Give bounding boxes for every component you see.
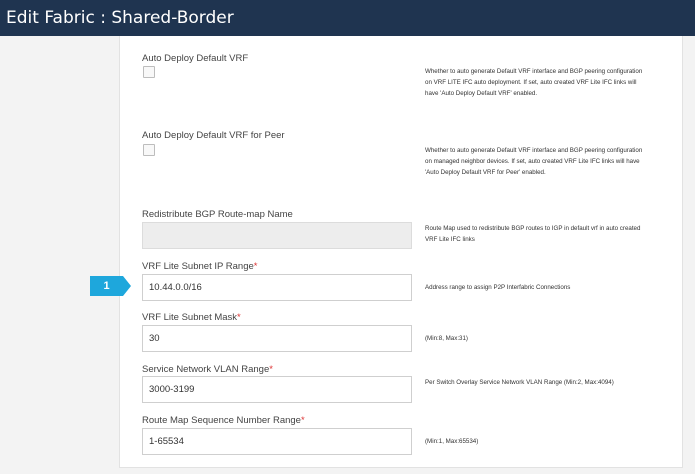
callout-marker: 1 bbox=[90, 276, 131, 296]
required-mark: * bbox=[237, 312, 241, 323]
service-network-vlan-range-label: Service Network VLAN Range* bbox=[142, 364, 273, 375]
redistribute-route-map-description: Route Map used to redistribute BGP route… bbox=[425, 225, 641, 243]
vrf-lite-subnet-mask-label: VRF Lite Subnet Mask* bbox=[142, 312, 241, 323]
redistribute-route-map-label: Redistribute BGP Route-map Name bbox=[142, 209, 293, 220]
service-network-vlan-range-description: Per Switch Overlay Service Network VLAN … bbox=[425, 379, 614, 386]
auto-deploy-default-vrf-peer-checkbox[interactable] bbox=[143, 144, 155, 156]
route-map-seq-range-description: (Min:1, Max:65534) bbox=[425, 438, 479, 445]
auto-deploy-default-vrf-peer-description: Whether to auto generate Default VRF int… bbox=[425, 147, 643, 176]
vrf-lite-subnet-range-label: VRF Lite Subnet IP Range* bbox=[142, 261, 258, 272]
redistribute-route-map-input[interactable] bbox=[142, 222, 412, 249]
vrf-lite-subnet-range-label-text: VRF Lite Subnet IP Range bbox=[142, 261, 254, 272]
auto-deploy-default-vrf-label: Auto Deploy Default VRF bbox=[142, 53, 249, 64]
required-mark: * bbox=[300, 415, 305, 426]
form-panel bbox=[119, 36, 683, 474]
route-map-seq-range-label-text: Route Map Sequence Number Range bbox=[142, 415, 301, 426]
vrf-lite-subnet-mask-input[interactable]: 30 bbox=[142, 325, 412, 352]
required-mark: * bbox=[253, 261, 258, 272]
left-gutter bbox=[0, 36, 119, 474]
vrf-lite-subnet-range-input[interactable]: 10.44.0.0/16 bbox=[142, 274, 412, 301]
required-mark: * bbox=[269, 364, 273, 375]
auto-deploy-default-vrf-checkbox[interactable] bbox=[143, 66, 155, 78]
service-network-vlan-range-input[interactable]: 3000-3199 bbox=[142, 376, 412, 403]
auto-deploy-default-vrf-peer-label: Auto Deploy Default VRF for Peer bbox=[142, 130, 285, 141]
service-network-vlan-range-label-text: Service Network VLAN Range bbox=[142, 364, 270, 375]
route-map-seq-range-input[interactable]: 1-65534 bbox=[142, 428, 412, 455]
vrf-lite-subnet-mask-description: (Min:8, Max:31) bbox=[425, 335, 468, 342]
auto-deploy-default-vrf-description: Whether to auto generate Default VRF int… bbox=[425, 68, 643, 97]
right-gutter bbox=[683, 36, 695, 474]
route-map-seq-range-label: Route Map Sequence Number Range* bbox=[142, 415, 305, 426]
window-title: Edit Fabric : Shared-Border bbox=[0, 0, 695, 36]
panel-bottom-edge bbox=[119, 467, 683, 474]
vrf-lite-subnet-range-description: Address range to assign P2P Interfabric … bbox=[425, 284, 571, 291]
callout-number: 1 bbox=[90, 276, 123, 296]
vrf-lite-subnet-mask-label-text: VRF Lite Subnet Mask bbox=[142, 312, 238, 323]
callout-arrow-icon bbox=[123, 276, 131, 296]
